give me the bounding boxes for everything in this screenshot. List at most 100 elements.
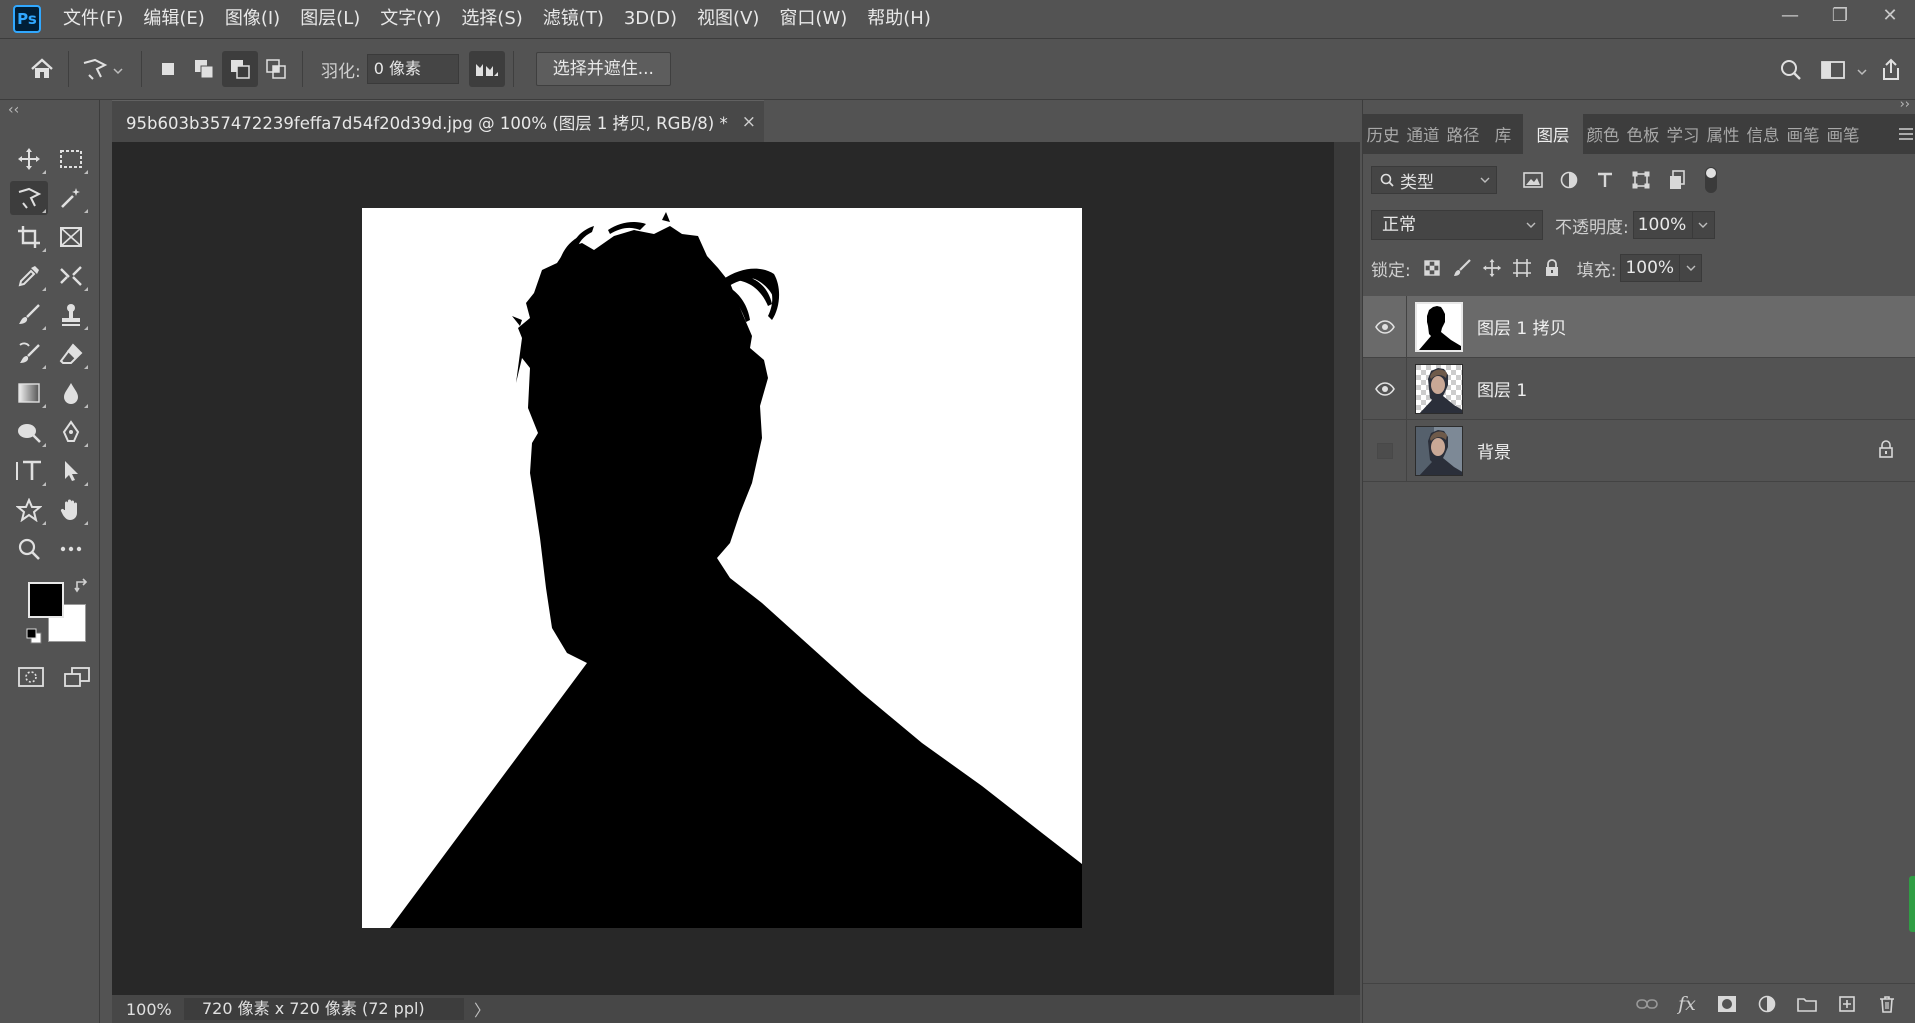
more-tools-icon[interactable]: [52, 532, 90, 566]
filter-smart-object-icon[interactable]: [1663, 166, 1691, 194]
lock-artboard-icon[interactable]: [1507, 254, 1537, 282]
type-tool-icon[interactable]: [10, 454, 48, 488]
layer-row[interactable]: 背景: [1363, 419, 1915, 482]
adjustment-layer-icon[interactable]: [1752, 989, 1782, 1019]
default-colors-icon[interactable]: [26, 628, 42, 648]
minimize-button[interactable]: —: [1765, 0, 1815, 30]
spot-healing-icon[interactable]: [52, 259, 90, 293]
foreground-color-swatch[interactable]: [28, 582, 64, 618]
menu-window[interactable]: 窗口(W): [769, 0, 857, 38]
new-group-icon[interactable]: [1792, 989, 1822, 1019]
polygonal-lasso-preset-icon[interactable]: [77, 51, 113, 87]
quick-mask-icon[interactable]: [12, 660, 50, 694]
layer-name[interactable]: 图层 1 拷贝: [1477, 314, 1567, 339]
layer-row[interactable]: 图层 1 拷贝: [1363, 295, 1915, 358]
menu-edit[interactable]: 编辑(E): [133, 0, 214, 38]
filter-adjustment-icon[interactable]: [1555, 166, 1583, 194]
gradient-tool-icon[interactable]: [10, 376, 48, 410]
share-icon[interactable]: [1873, 52, 1909, 88]
menu-file[interactable]: 文件(F): [53, 0, 133, 38]
layer-name[interactable]: 背景: [1477, 438, 1511, 463]
fill-input[interactable]: 100%: [1620, 254, 1681, 282]
pen-tool-icon[interactable]: [52, 415, 90, 449]
intersect-selection-icon[interactable]: [258, 51, 294, 87]
lock-position-icon[interactable]: [1477, 254, 1507, 282]
tab-libraries[interactable]: 库: [1483, 114, 1523, 154]
menu-3d[interactable]: 3D(D): [614, 0, 687, 38]
chevron-down-icon[interactable]: [1857, 61, 1867, 80]
add-mask-icon[interactable]: [1712, 989, 1742, 1019]
fx-icon[interactable]: fx: [1672, 989, 1702, 1019]
filter-pixel-icon[interactable]: [1519, 166, 1547, 194]
tab-brush-settings[interactable]: 画笔: [1823, 114, 1863, 154]
tab-layers[interactable]: 图层: [1523, 114, 1583, 154]
move-tool-icon[interactable]: [10, 142, 48, 176]
zoom-tool-icon[interactable]: [10, 532, 48, 566]
close-button[interactable]: ✕: [1865, 0, 1915, 30]
status-menu-arrow[interactable]: 〉: [474, 997, 490, 1021]
eraser-icon[interactable]: [52, 337, 90, 371]
chevron-down-icon[interactable]: [113, 60, 123, 79]
custom-shape-icon[interactable]: [10, 493, 48, 527]
blend-mode-select[interactable]: 正常: [1371, 210, 1543, 240]
filter-shape-icon[interactable]: [1627, 166, 1655, 194]
magic-wand-icon[interactable]: [52, 181, 90, 215]
screen-mode-icon[interactable]: [58, 660, 96, 694]
lock-all-icon[interactable]: [1537, 254, 1567, 282]
anti-alias-icon[interactable]: [468, 51, 505, 87]
tab-properties[interactable]: 属性: [1703, 114, 1743, 154]
canvas-area[interactable]: [112, 142, 1334, 995]
select-and-mask-button[interactable]: 选择并遮住...: [535, 52, 671, 86]
zoom-level[interactable]: 100%: [112, 1000, 184, 1019]
clone-stamp-icon[interactable]: [52, 298, 90, 332]
link-layers-icon[interactable]: [1632, 989, 1662, 1019]
path-selection-icon[interactable]: [52, 454, 90, 488]
menu-filter[interactable]: 滤镜(T): [533, 0, 614, 38]
menu-image[interactable]: 图像(I): [215, 0, 290, 38]
close-document-icon[interactable]: ×: [742, 112, 756, 132]
home-icon[interactable]: [24, 51, 60, 87]
vertical-scrollbar[interactable]: [1334, 142, 1360, 995]
panel-menu-icon[interactable]: [1898, 126, 1914, 145]
menu-select[interactable]: 选择(S): [451, 0, 532, 38]
new-selection-icon[interactable]: [150, 51, 186, 87]
search-icon[interactable]: [1773, 52, 1809, 88]
subtract-from-selection-icon[interactable]: [222, 51, 258, 87]
photoshop-logo[interactable]: Ps: [13, 5, 41, 33]
document-canvas[interactable]: [362, 208, 1082, 928]
lock-image-pixels-icon[interactable]: [1447, 254, 1477, 282]
polygonal-lasso-icon[interactable]: [10, 181, 48, 215]
eyedropper-icon[interactable]: [10, 259, 48, 293]
swap-colors-icon[interactable]: [74, 578, 90, 598]
layer-name[interactable]: 图层 1: [1477, 376, 1527, 401]
dodge-tool-icon[interactable]: [10, 415, 48, 449]
restore-button[interactable]: ❐: [1815, 0, 1865, 30]
tab-channels[interactable]: 通道: [1403, 114, 1443, 154]
tab-swatches[interactable]: 色板: [1623, 114, 1663, 154]
menu-type[interactable]: 文字(Y): [370, 0, 451, 38]
collapse-toolbar-icon[interactable]: ‹‹: [8, 102, 19, 118]
tab-brushes[interactable]: 画笔: [1783, 114, 1823, 154]
hand-tool-icon[interactable]: [52, 493, 90, 527]
history-brush-icon[interactable]: [10, 337, 48, 371]
crop-tool-icon[interactable]: [10, 220, 48, 254]
layer-visibility-toggle[interactable]: [1363, 419, 1407, 482]
opacity-dropdown[interactable]: [1692, 211, 1715, 239]
filter-toggle[interactable]: [1705, 167, 1717, 193]
frame-tool-icon[interactable]: [52, 220, 90, 254]
document-tab[interactable]: 95b603b357472239feffa7d54f20d39d.jpg @ 1…: [112, 100, 764, 142]
feather-input[interactable]: 0 像素: [366, 54, 459, 84]
tab-learn[interactable]: 学习: [1663, 114, 1703, 154]
filter-kind-select[interactable]: 类型: [1371, 166, 1497, 194]
tab-paths[interactable]: 路径: [1443, 114, 1483, 154]
delete-layer-icon[interactable]: [1872, 989, 1902, 1019]
tab-info[interactable]: 信息: [1743, 114, 1783, 154]
filter-type-icon[interactable]: [1591, 166, 1619, 194]
menu-help[interactable]: 帮助(H): [857, 0, 941, 38]
layer-row[interactable]: 图层 1: [1363, 357, 1915, 420]
blur-tool-icon[interactable]: [52, 376, 90, 410]
menu-layer[interactable]: 图层(L): [290, 0, 370, 38]
layer-visibility-toggle[interactable]: [1363, 357, 1407, 420]
layer-visibility-toggle[interactable]: [1363, 295, 1407, 358]
tab-color[interactable]: 颜色: [1583, 114, 1623, 154]
